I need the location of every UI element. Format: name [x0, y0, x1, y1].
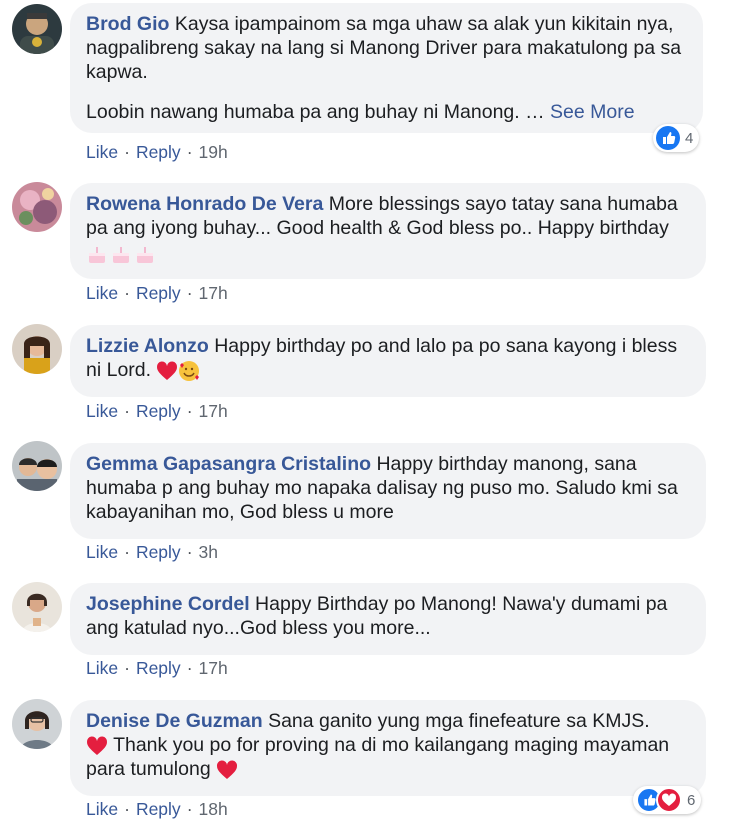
see-more-link[interactable]: See More: [550, 101, 635, 123]
timestamp[interactable]: 19h: [199, 142, 228, 162]
reply-button[interactable]: Reply: [136, 142, 181, 162]
comment-bubble: Denise De Guzman Sana ganito yung mga fi…: [70, 700, 706, 796]
avatar[interactable]: [12, 4, 62, 54]
comment-bubble: Rowena Honrado De Vera More blessings sa…: [70, 183, 706, 279]
comment-bubble: Brod Gio Kaysa ipampainom sa mga uhaw sa…: [70, 3, 703, 133]
reply-button[interactable]: Reply: [136, 658, 181, 678]
reply-button[interactable]: Reply: [136, 401, 181, 421]
comment-text: para tumulong: [86, 758, 211, 780]
like-button[interactable]: Like: [86, 799, 118, 819]
like-button[interactable]: Like: [86, 142, 118, 162]
reply-button[interactable]: Reply: [136, 283, 181, 303]
commenter-name[interactable]: Denise De Guzman: [86, 710, 263, 732]
comment-bubble: Lizzie Alonzo Happy birthday po and lalo…: [70, 325, 706, 397]
commenter-name[interactable]: Lizzie Alonzo: [86, 335, 209, 357]
birthday-cake-emoji: [89, 246, 105, 263]
like-button[interactable]: Like: [86, 542, 118, 562]
comment-actions: Like · Reply · 18h: [86, 799, 228, 819]
avatar[interactable]: [12, 441, 62, 491]
avatar[interactable]: [12, 182, 62, 232]
comment-bubble: Gemma Gapasangra Cristalino Happy birthd…: [70, 443, 706, 539]
comment-actions: Like · Reply · 17h: [86, 658, 228, 678]
smiling-face-with-hearts-emoji: [179, 360, 200, 381]
commenter-name[interactable]: Gemma Gapasangra Cristalino: [86, 453, 371, 475]
like-button[interactable]: Like: [86, 401, 118, 421]
comment-actions: Like · Reply · 19h: [86, 142, 228, 162]
commenter-name[interactable]: Josephine Cordel: [86, 593, 250, 615]
love-reaction-icon: [656, 787, 682, 813]
timestamp[interactable]: 18h: [199, 799, 228, 819]
birthday-cake-emoji: [113, 246, 129, 263]
comment-actions: Like · Reply · 17h: [86, 401, 228, 421]
like-button[interactable]: Like: [86, 658, 118, 678]
timestamp[interactable]: 17h: [199, 283, 228, 303]
red-heart-emoji: [157, 361, 178, 380]
like-reaction-icon: [656, 126, 680, 150]
timestamp[interactable]: 17h: [199, 401, 228, 421]
reaction-count: 6: [687, 791, 696, 809]
timestamp[interactable]: 17h: [199, 658, 228, 678]
timestamp[interactable]: 3h: [199, 542, 218, 562]
red-heart-emoji: [86, 736, 108, 755]
commenter-name[interactable]: Brod Gio: [86, 13, 169, 35]
reaction-summary[interactable]: 4: [653, 124, 700, 152]
commenter-name[interactable]: Rowena Honrado De Vera: [86, 193, 323, 215]
comment-actions: Like · Reply · 3h: [86, 542, 218, 562]
like-button[interactable]: Like: [86, 283, 118, 303]
avatar[interactable]: [12, 699, 62, 749]
avatar[interactable]: [12, 324, 62, 374]
comment-text: Sana ganito yung mga finefeature sa KMJS…: [268, 710, 650, 732]
red-heart-emoji: [217, 760, 238, 779]
comment-bubble: Josephine Cordel Happy Birthday po Manon…: [70, 583, 706, 655]
reaction-count: 4: [685, 129, 694, 147]
comment-text: Loobin nawang humaba pa ang buhay ni Man…: [86, 101, 545, 123]
birthday-cake-emoji: [137, 246, 153, 263]
comment-text: Thank you po for proving na di mo kailan…: [113, 734, 670, 756]
avatar[interactable]: [12, 582, 62, 632]
comment-text: Kaysa ipampainom sa mga uhaw sa alak yun…: [86, 13, 682, 83]
comment-actions: Like · Reply · 17h: [86, 283, 228, 303]
reply-button[interactable]: Reply: [136, 799, 181, 819]
reply-button[interactable]: Reply: [136, 542, 181, 562]
reaction-summary[interactable]: 6: [633, 786, 702, 814]
